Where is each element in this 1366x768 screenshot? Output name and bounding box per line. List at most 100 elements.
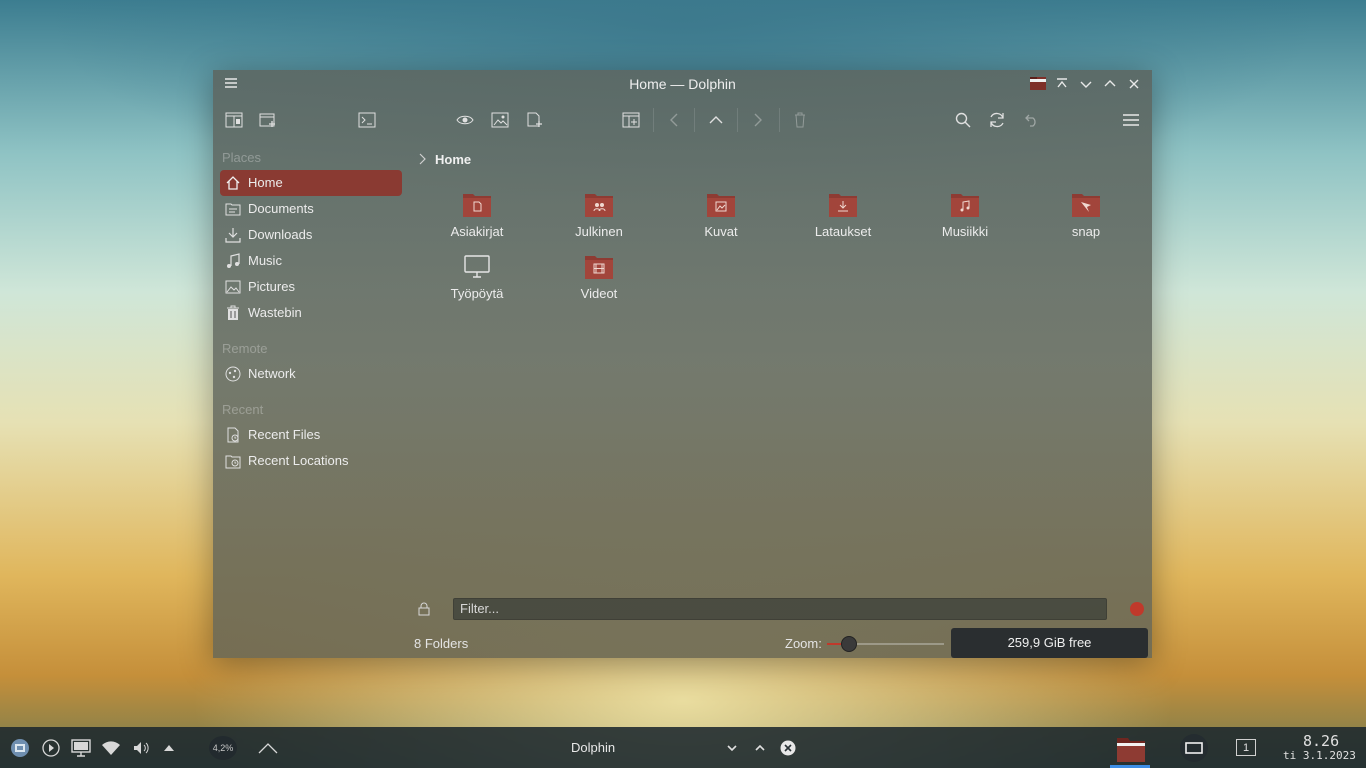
zoom-label: Zoom:: [785, 636, 822, 651]
cpu-usage-indicator[interactable]: 4,2%: [209, 736, 237, 760]
close-icon[interactable]: [1126, 76, 1142, 92]
taskbar: 4,2% Dolphin 1 8.26 ti 3.1.2023: [0, 727, 1366, 768]
folder-label: Musiikki: [941, 224, 989, 239]
search-icon[interactable]: [951, 108, 975, 132]
sidebar-item-network[interactable]: Network: [220, 361, 402, 387]
sidebar-item-label: Pictures: [248, 279, 295, 294]
delete-icon[interactable]: [788, 108, 812, 132]
minimize-icon[interactable]: [1078, 76, 1094, 92]
keep-above-icon[interactable]: [1054, 76, 1070, 92]
sidebar-item-wastebin[interactable]: Wastebin: [220, 300, 402, 326]
downloads-icon: [225, 227, 241, 243]
downloads-folder-icon: [828, 191, 858, 219]
clock-date[interactable]: ti 3.1.2023: [1283, 749, 1356, 762]
pictures-icon: [225, 279, 241, 295]
chevron-down-icon[interactable]: [722, 738, 742, 758]
folder-label: Työpöytä: [450, 286, 504, 301]
music-folder-icon: [950, 191, 980, 219]
folder-julkinen[interactable]: Julkinen: [544, 191, 654, 249]
folder-label: Julkinen: [575, 224, 623, 239]
maximize-icon[interactable]: [1102, 76, 1118, 92]
virtual-desktop-pager[interactable]: 1: [1236, 739, 1256, 756]
folder-count: 8 Folders: [414, 636, 469, 651]
undo-icon[interactable]: [1020, 108, 1044, 132]
sidebar-item-label: Downloads: [248, 227, 313, 242]
folder-kuvat[interactable]: Kuvat: [666, 191, 776, 249]
recent-files-icon: [225, 427, 241, 443]
dolphin-task-icon[interactable]: [1112, 732, 1150, 768]
folder-tyopoyta[interactable]: Työpöytä: [422, 253, 532, 311]
snap-folder-icon: [1071, 191, 1101, 219]
folder-musiikki[interactable]: Musiikki: [910, 191, 1020, 249]
public-folder-icon: [584, 191, 614, 219]
sidebar-item-label: Documents: [248, 201, 314, 216]
zoom-slider-handle[interactable]: [841, 636, 858, 652]
folder-videot[interactable]: Videot: [544, 253, 654, 311]
reload-icon[interactable]: [985, 108, 1009, 132]
sidebar-item-label: Music: [248, 253, 282, 268]
music-icon: [225, 253, 241, 269]
section-remote: Remote: [222, 341, 268, 356]
new-file-icon[interactable]: [522, 108, 546, 132]
tray-expand-icon[interactable]: [159, 738, 179, 758]
sidebar-item-label: Recent Locations: [248, 453, 349, 468]
sidebar-item-label: Recent Files: [248, 427, 321, 442]
chevron-up-icon[interactable]: [750, 738, 770, 758]
clear-filter-icon[interactable]: [1130, 602, 1144, 616]
network-icon: [225, 366, 241, 382]
app-launcher-icon[interactable]: [10, 738, 30, 758]
close-window-icon[interactable]: [778, 738, 798, 758]
sidebar-item-downloads[interactable]: Downloads: [220, 222, 402, 248]
title-bar[interactable]: Home — Dolphin: [213, 70, 1152, 98]
preview-eye-icon[interactable]: [453, 108, 477, 132]
show-desktop-icon[interactable]: [1180, 734, 1208, 762]
folder-snap[interactable]: snap: [1031, 191, 1141, 249]
folder-label: Videot: [580, 286, 618, 301]
folder-asiakirjat[interactable]: Asiakirjat: [422, 191, 532, 249]
clock-time[interactable]: 8.26: [1303, 732, 1339, 750]
panel-layout-icon[interactable]: [619, 108, 643, 132]
breadcrumb-home[interactable]: Home: [435, 152, 471, 167]
sidebar-item-recent-locations[interactable]: Recent Locations: [220, 448, 402, 474]
up-icon[interactable]: [704, 108, 728, 132]
lock-icon[interactable]: [418, 602, 430, 621]
sidebar-item-recent-files[interactable]: Recent Files: [220, 422, 402, 448]
window-title: Home — Dolphin: [629, 76, 736, 92]
folder-label: Asiakirjat: [450, 224, 504, 239]
section-places: Places: [222, 150, 262, 165]
sidebar-item-label: Wastebin: [248, 305, 302, 320]
sidebar-item-music[interactable]: Music: [220, 248, 402, 274]
split-view-icon[interactable]: [222, 108, 246, 132]
sidebar-item-label: Network: [248, 366, 296, 381]
new-window-icon[interactable]: [256, 108, 280, 132]
trash-icon: [225, 305, 241, 321]
forward-icon[interactable]: [746, 108, 770, 132]
free-space-indicator[interactable]: 259,9 GiB free: [951, 628, 1148, 658]
folder-label: snap: [1071, 224, 1101, 239]
show-panel-icon[interactable]: [258, 738, 278, 758]
wifi-icon[interactable]: [101, 738, 121, 758]
media-play-icon[interactable]: [41, 738, 61, 758]
folder-label: Lataukset: [814, 224, 872, 239]
breadcrumb-chevron-icon[interactable]: [417, 152, 427, 171]
desktop-icon: [462, 253, 492, 281]
hamburger-menu-icon[interactable]: [1119, 108, 1143, 132]
pictures-folder-icon: [706, 191, 736, 219]
videos-folder-icon: [584, 253, 614, 281]
sidebar-item-label: Home: [248, 175, 283, 190]
display-icon[interactable]: [71, 738, 91, 758]
image-view-icon[interactable]: [488, 108, 512, 132]
sidebar-item-pictures[interactable]: Pictures: [220, 274, 402, 300]
filter-input[interactable]: Filter...: [453, 598, 1107, 620]
terminal-icon[interactable]: [355, 108, 379, 132]
folder-lataukset[interactable]: Lataukset: [788, 191, 898, 249]
active-window-title[interactable]: Dolphin: [571, 740, 615, 755]
sidebar-item-documents[interactable]: Documents: [220, 196, 402, 222]
home-icon: [225, 175, 241, 191]
documents-folder-icon: [462, 191, 492, 219]
documents-icon: [225, 201, 241, 217]
sidebar-item-home[interactable]: Home: [220, 170, 402, 196]
recent-locations-icon: [225, 453, 241, 469]
back-icon[interactable]: [662, 108, 686, 132]
volume-icon[interactable]: [131, 738, 151, 758]
